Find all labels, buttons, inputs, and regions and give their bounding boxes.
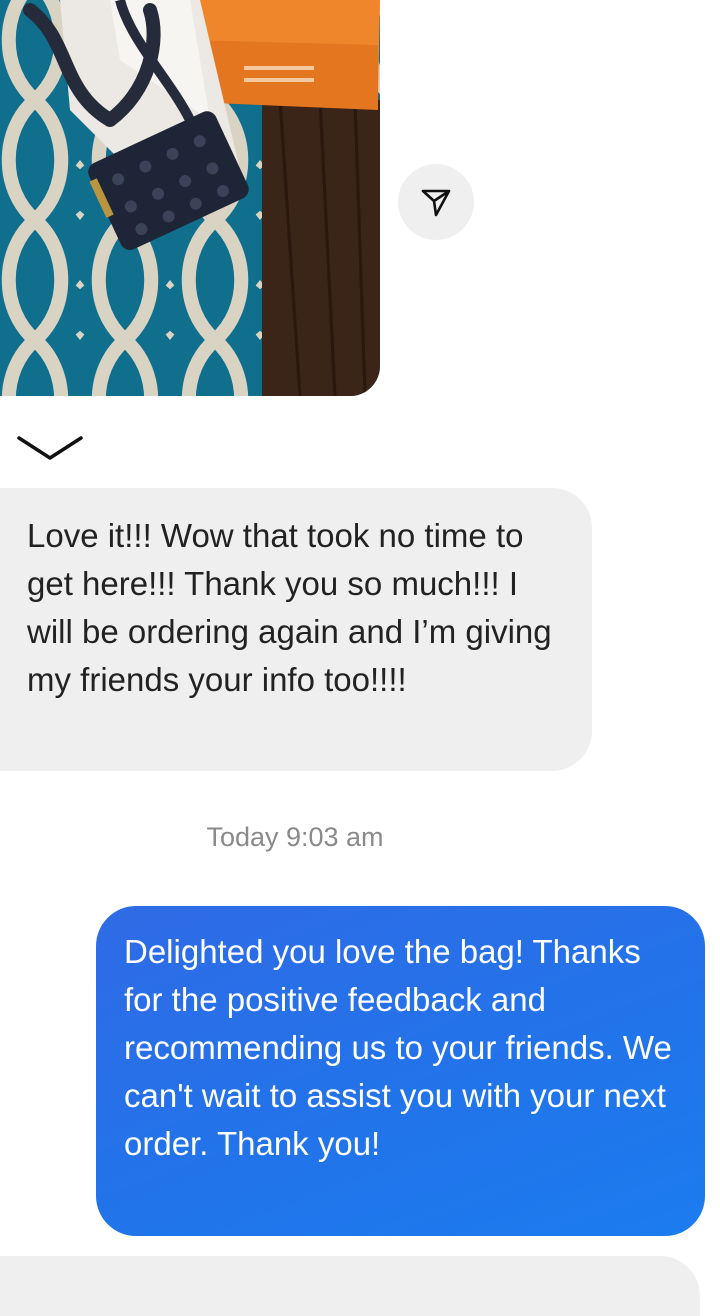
collapse-button[interactable]: [16, 430, 86, 470]
send-icon: [421, 189, 451, 217]
message-timestamp: Today 9:03 am: [206, 822, 384, 852]
incoming-message-bubble[interactable]: Love it!!! Wow that took no time to get …: [0, 488, 592, 771]
next-message-bubble[interactable]: [0, 1256, 700, 1316]
share-button[interactable]: [398, 164, 474, 240]
photo-attachment[interactable]: [0, 0, 380, 396]
incoming-message-text: Love it!!! Wow that took no time to get …: [27, 517, 552, 698]
photo-image: [0, 0, 380, 396]
outgoing-message-bubble[interactable]: Delighted you love the bag! Thanks for t…: [96, 906, 705, 1236]
outgoing-message-text: Delighted you love the bag! Thanks for t…: [124, 933, 672, 1162]
chevron-down-icon: [17, 436, 83, 460]
